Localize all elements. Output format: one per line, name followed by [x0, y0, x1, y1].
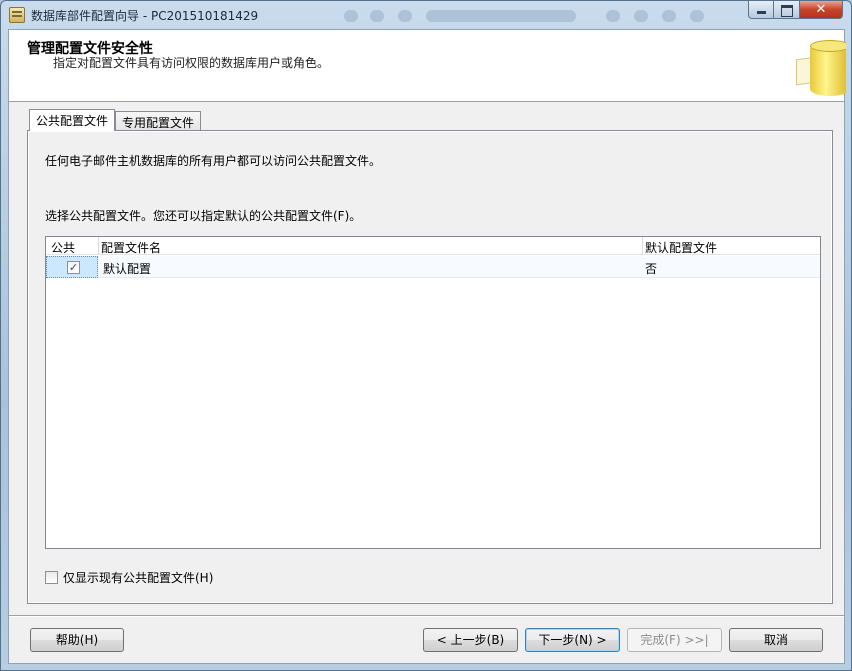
tab-private-profiles[interactable]: 专用配置文件	[115, 111, 202, 131]
database-mail-icon	[792, 38, 846, 98]
table-row[interactable]: ✓ 默认配置 否	[46, 256, 820, 278]
panel-content: 任何电子邮件主机数据库的所有用户都可以访问公共配置文件。 选择公共配置文件。您还…	[29, 132, 831, 602]
wizard-window: 数据库部件配置向导 - PC201510181429 ✕ 管理配置文件安全性 指…	[0, 0, 852, 671]
cancel-button[interactable]: 取消	[729, 628, 823, 652]
default-profile-cell[interactable]: 否	[645, 260, 657, 277]
page-subtitle: 指定对配置文件具有访问权限的数据库用户或角色。	[53, 56, 330, 70]
public-checkbox[interactable]: ✓	[67, 261, 80, 274]
wizard-header: 管理配置文件安全性 指定对配置文件具有访问权限的数据库用户或角色。	[9, 30, 846, 102]
show-existing-label: 仅显示现有公共配置文件(H)	[63, 570, 214, 585]
minimize-button[interactable]	[748, 1, 774, 19]
public-cell[interactable]: ✓	[46, 256, 98, 278]
finish-button[interactable]: 完成(F) >>|	[627, 628, 722, 652]
window-controls: ✕	[748, 1, 843, 21]
back-button[interactable]: < 上一步(B)	[423, 628, 518, 652]
next-button[interactable]: 下一步(N) >	[525, 628, 620, 652]
panel-instruction: 选择公共配置文件。您还可以指定默认的公共配置文件(F)。	[45, 209, 362, 223]
profiles-grid[interactable]: 公共 配置文件名 默认配置文件 ✓ 默认配置 否	[45, 236, 821, 549]
profile-name-cell: 默认配置	[103, 262, 152, 276]
show-existing-checkbox[interactable]	[45, 570, 58, 584]
column-header-default-profile[interactable]: 默认配置文件	[645, 239, 717, 256]
column-header-profile-name[interactable]: 配置文件名	[101, 239, 161, 256]
maximize-button[interactable]	[774, 1, 800, 19]
title-bar[interactable]: 数据库部件配置向导 - PC201510181429 ✕	[1, 1, 851, 29]
column-header-public[interactable]: 公共	[51, 239, 75, 256]
grid-header: 公共 配置文件名 默认配置文件	[46, 237, 820, 255]
tab-panel: 任何电子邮件主机数据库的所有用户都可以访问公共配置文件。 选择公共配置文件。您还…	[27, 130, 833, 604]
window-title: 数据库部件配置向导 - PC201510181429	[31, 9, 259, 23]
footer-separator	[9, 615, 844, 617]
close-icon: ✕	[815, 2, 827, 17]
background-taskbar-ghost	[266, 6, 736, 26]
help-button[interactable]: 帮助(H)	[30, 628, 124, 652]
client-area: 管理配置文件安全性 指定对配置文件具有访问权限的数据库用户或角色。 公共配置文件…	[8, 29, 846, 664]
tab-public-profiles[interactable]: 公共配置文件	[29, 109, 116, 131]
show-existing-option[interactable]: 仅显示现有公共配置文件(H)	[45, 569, 213, 585]
panel-description: 任何电子邮件主机数据库的所有用户都可以访问公共配置文件。	[45, 154, 382, 168]
close-button[interactable]: ✕	[800, 1, 843, 19]
app-icon	[9, 7, 25, 23]
